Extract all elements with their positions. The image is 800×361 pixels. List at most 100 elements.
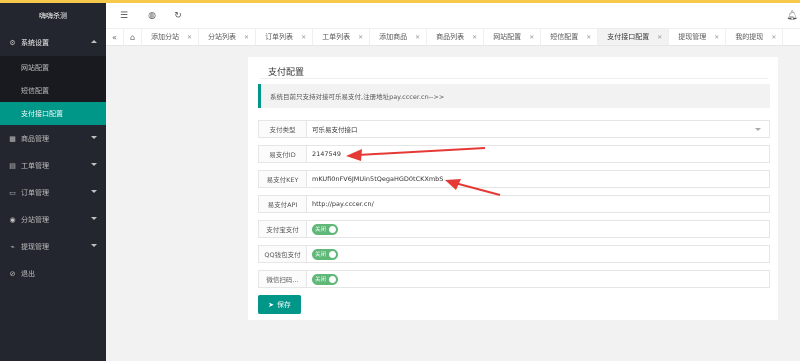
field-value: 关闭 [307,271,769,287]
field-label: 支付类型 [259,121,307,137]
field-qq-wallet: QQ钱包支付 关闭 [258,245,770,263]
tab-add-substation[interactable]: 添加分站 ✕ [142,29,200,45]
tab-add-goods[interactable]: 添加商品 ✕ [370,29,428,45]
tab-substation-list[interactable]: 分站列表 ✕ [199,29,257,45]
field-value: 关闭 [307,221,769,237]
field-value: 关闭 [307,246,769,262]
sidebar-item-label: 分站管理 [21,215,49,224]
wechat-toggle[interactable]: 关闭 [312,273,338,285]
tab-label: 添加商品 [379,33,408,41]
cart-icon: ▭ [9,188,16,197]
sidebar-item-payment-config[interactable]: 支付接口配置 [0,102,106,125]
close-icon[interactable]: ✕ [244,34,249,41]
chevron-up-icon [91,40,97,43]
close-icon[interactable]: ✕ [472,34,477,41]
close-icon[interactable]: ✕ [657,34,662,41]
tab-withdraw-manage[interactable]: 提现管理 ✕ [669,29,727,45]
tab-label: 提现管理 [678,33,707,41]
sidebar-item-label: 订单管理 [21,188,49,197]
tab-label: 添加分站 [151,33,179,41]
close-icon[interactable]: ✕ [586,34,591,41]
qq-wallet-toggle[interactable]: 关闭 [312,248,338,260]
field-pay-type: 支付类型 可乐易支付接口 [258,120,770,138]
toggle-knob [329,250,336,258]
sidebar: 嗨嗨杀测 ⚙ 系统设置 网站配置 短信配置 支付接口配置 ▦ 商品管理 ▤ 工单… [0,3,106,361]
divider [260,78,768,79]
toggle-label: 关闭 [315,227,327,233]
tab-label: 支付接口配置 [607,33,650,41]
field-wechat: 微信扫码... 关闭 [258,270,770,288]
sidebar-submenu: 网站配置 短信配置 支付接口配置 [0,56,106,125]
tab-label: 工单列表 [322,33,351,41]
close-icon[interactable]: ✕ [714,34,719,41]
field-pay-api: 易支付API http://pay.cccer.cn/ [258,195,770,213]
tab-ticket-list[interactable]: 工单列表 ✕ [313,29,371,45]
sidebar-item-orders[interactable]: ▭ 订单管理 [0,179,106,206]
chevron-down-icon [91,163,97,166]
close-icon[interactable]: ✕ [415,34,420,41]
field-label: 微信扫码... [259,271,307,287]
bell-icon[interactable]: 🔔︎ [786,10,798,22]
pay-api-input[interactable]: http://pay.cccer.cn/ [307,196,769,212]
close-icon[interactable]: ✕ [358,34,363,41]
tab-site-config[interactable]: 网站配置 ✕ [484,29,542,45]
ticket-icon: ▤ [9,161,16,170]
grid-icon: ▦ [9,134,16,143]
card-title: 支付配置 [268,68,305,78]
send-icon: ➤ [268,300,274,309]
sidebar-item-logout[interactable]: ⊘ 退出 [0,260,106,287]
sitemap-icon: ◉ [9,215,16,224]
field-label: 支付宝支付 [259,221,307,237]
tab-label: 分站列表 [208,33,237,41]
sidebar-item-label: 提现管理 [21,242,49,251]
globe-icon[interactable]: ◍ [146,10,158,22]
tab-sms-config[interactable]: 短信配置 ✕ [541,29,599,45]
sidebar-item-tickets[interactable]: ▤ 工单管理 [0,152,106,179]
refresh-icon[interactable]: ↻ [172,10,184,22]
save-button[interactable]: ➤ 保存 [258,295,301,314]
gear-icon: ⚙ [9,38,16,47]
field-label: QQ钱包支付 [259,246,307,262]
toggle-label: 关闭 [315,252,327,258]
tab-order-list[interactable]: 订单列表 ✕ [256,29,314,45]
close-icon[interactable]: ✕ [529,34,534,41]
tab-goods-list[interactable]: 商品列表 ✕ [427,29,485,45]
logout-icon: ⊘ [9,269,16,278]
sidebar-item-site-config[interactable]: 网站配置 [0,56,106,79]
pay-type-select[interactable]: 可乐易支付接口 [307,121,769,137]
sidebar-item-goods[interactable]: ▦ 商品管理 [0,125,106,152]
sidebar-item-system-settings[interactable]: ⚙ 系统设置 [0,29,106,56]
alipay-toggle[interactable]: 关闭 [312,223,338,235]
top-header: ☰ ◍ ↻ 🔔︎ [106,3,800,29]
field-alipay: 支付宝支付 关闭 [258,220,770,238]
close-icon[interactable]: ✕ [301,34,306,41]
tab-label: 订单列表 [265,33,294,41]
home-icon[interactable]: ⌂ [124,29,142,45]
chevron-down-icon [91,244,97,247]
chart-icon: ⌁ [10,242,15,251]
tab-payment-config[interactable]: 支付接口配置 ✕ [598,29,670,45]
field-pay-id: 易支付ID 2147549 [258,145,770,163]
tab-label: 短信配置 [550,33,579,41]
sidebar-item-label: 工单管理 [21,161,49,170]
payment-config-card: 支付配置 系统目前只支持对接可乐易支付,注册地址pay.cccer.cn-->>… [248,57,778,320]
sidebar-item-withdraw[interactable]: ⌁ 提现管理 [0,233,106,260]
sidebar-item-label: 商品管理 [21,134,49,143]
sidebar-item-label: 系统设置 [21,38,49,47]
save-button-label: 保存 [276,300,291,309]
field-label: 易支付KEY [259,171,307,187]
close-icon[interactable]: ✕ [771,34,776,41]
tab-label: 我的提现 [735,33,764,41]
pay-id-input[interactable]: 2147549 [307,146,769,162]
tab-my-withdraw[interactable]: 我的提现 ✕ [726,29,784,45]
menu-toggle-icon[interactable]: ☰ [118,10,130,22]
toggle-knob [329,275,336,283]
tabs-scroll-left-icon[interactable]: « [106,29,124,45]
sidebar-item-sms-config[interactable]: 短信配置 [0,79,106,102]
tab-bar: « ⌂ 添加分站 ✕ 分站列表 ✕ 订单列表 ✕ 工单列表 ✕ 添加商品 ✕ 商品列表 ✕ … [106,29,800,46]
close-icon[interactable]: ✕ [187,34,192,41]
caret-down-icon [755,128,761,131]
sidebar-item-substations[interactable]: ◉ 分站管理 [0,206,106,233]
notice-banner: 系统目前只支持对接可乐易支付,注册地址pay.cccer.cn-->> [258,84,770,108]
pay-key-input[interactable]: mKUfi0nFV6JMUin5tQegaHGD0tCKXmbS [307,171,769,187]
